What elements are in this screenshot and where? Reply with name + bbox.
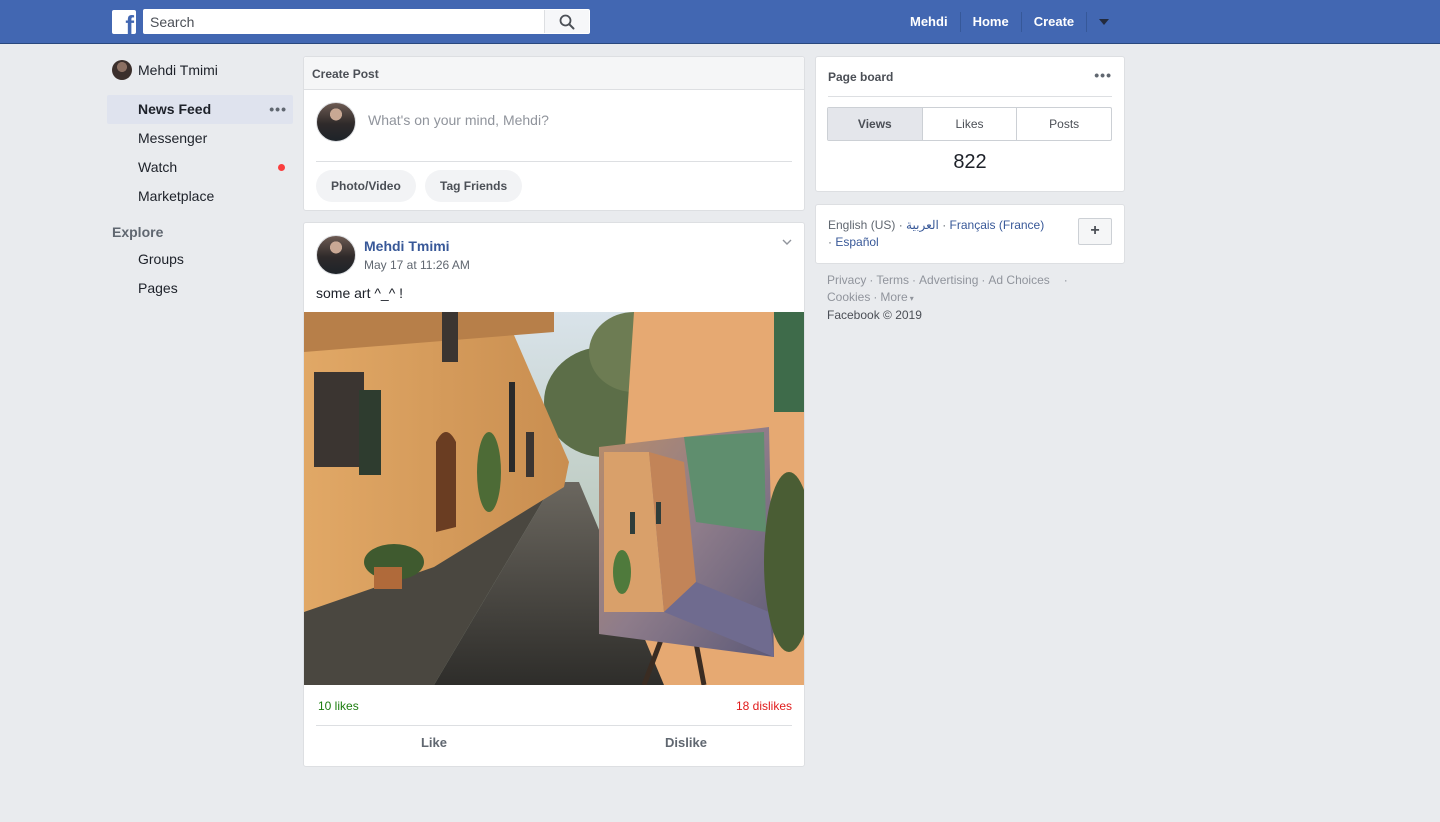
likes-count[interactable]: 10 likes [318, 699, 359, 713]
chevron-down-icon[interactable] [782, 237, 792, 247]
feed-post: Mehdi Tmimi May 17 at 11:26 AM some art … [303, 222, 805, 767]
top-bar: f Mehdi Home Create [0, 0, 1440, 44]
post-author-link[interactable]: Mehdi Tmimi [364, 238, 450, 254]
language-list: English (US) · العربية · Français (Franc… [828, 218, 1045, 249]
sidebar-item-label: Marketplace [138, 188, 215, 204]
notification-dot-icon [278, 164, 285, 171]
footer-more-link[interactable]: More [880, 290, 907, 304]
sidebar-item-messenger[interactable]: Messenger [107, 124, 293, 153]
search-icon [559, 14, 575, 29]
avatar [316, 102, 356, 142]
search-box [143, 9, 590, 34]
dislikes-count[interactable]: 18 dislikes [736, 699, 792, 713]
footer-terms-link[interactable]: Terms [876, 273, 909, 287]
sidebar-item-label: Watch [138, 159, 178, 175]
avatar[interactable] [316, 235, 356, 275]
status-input[interactable] [368, 112, 788, 128]
post-timestamp[interactable]: May 17 at 11:26 AM [364, 258, 470, 272]
top-nav: Mehdi Home Create [898, 0, 1121, 44]
footer-ad-choices-link[interactable]: Ad Choices [988, 273, 1049, 287]
nav-home-link[interactable]: Home [961, 12, 1022, 32]
sidebar-item-marketplace[interactable]: Marketplace [107, 182, 293, 211]
caret-down-icon: ▾ [909, 294, 914, 303]
post-text: some art ^_^ ! [316, 285, 404, 301]
search-input[interactable] [144, 10, 544, 33]
post-image[interactable] [304, 312, 804, 685]
language-card: English (US) · العربية · Français (Franc… [815, 204, 1125, 264]
create-post-title: Create Post [304, 57, 804, 90]
copyright-text: Facebook © 2019 [827, 308, 922, 322]
explore-heading: Explore [112, 224, 164, 240]
sidebar-item-groups[interactable]: Groups [107, 245, 293, 274]
alley-painting-photo [304, 312, 804, 685]
language-current: English (US) [828, 218, 896, 232]
footer-cookies-link[interactable]: Cookies [827, 290, 870, 304]
create-post-card: Create Post Photo/Video Tag Friends [303, 56, 805, 211]
sidebar-item-news-feed[interactable]: News Feed ••• [107, 95, 293, 124]
avatar [112, 60, 132, 80]
sidebar-item-pages[interactable]: Pages [107, 274, 293, 303]
search-button[interactable] [544, 10, 589, 33]
left-sidebar: Mehdi Tmimi News Feed ••• Messenger Watc… [107, 56, 293, 303]
tab-views[interactable]: Views [828, 108, 923, 140]
sidebar-item-label: Groups [138, 251, 184, 267]
page-board-tabs: Views Likes Posts [827, 107, 1112, 141]
language-french-link[interactable]: Français (France) [950, 218, 1045, 232]
footer: Privacy · Terms · Advertising · Ad Choices · Co… [827, 273, 1068, 322]
footer-privacy-link[interactable]: Privacy [827, 273, 866, 287]
nav-profile-link[interactable]: Mehdi [898, 12, 961, 32]
page-board-value: 822 [953, 151, 987, 173]
more-options-icon[interactable]: ••• [1094, 67, 1112, 83]
tab-posts[interactable]: Posts [1017, 108, 1111, 140]
dislike-button[interactable]: Dislike [566, 735, 806, 750]
footer-advertising-link[interactable]: Advertising [919, 273, 978, 287]
language-spanish-link[interactable]: Español [835, 235, 878, 249]
tag-friends-button[interactable]: Tag Friends [425, 170, 523, 202]
account-menu-button[interactable] [1087, 12, 1121, 32]
page-board-title: Page board [828, 70, 894, 84]
tab-likes[interactable]: Likes [923, 108, 1018, 140]
nav-create-link[interactable]: Create [1022, 12, 1088, 32]
more-options-icon[interactable]: ••• [269, 95, 287, 124]
page-board-card: Page board ••• Views Likes Posts 822 [815, 56, 1125, 192]
sidebar-profile-link[interactable]: Mehdi Tmimi [107, 56, 293, 84]
facebook-logo-icon[interactable]: f [112, 10, 136, 34]
divider [828, 96, 1112, 97]
profile-name: Mehdi Tmimi [138, 62, 218, 78]
photo-video-button[interactable]: Photo/Video [316, 170, 416, 202]
sidebar-item-watch[interactable]: Watch [107, 153, 293, 182]
like-button[interactable]: Like [314, 735, 554, 750]
sidebar-item-label: Messenger [138, 130, 208, 146]
sidebar-item-label: News Feed [138, 101, 212, 117]
caret-down-icon [1099, 19, 1110, 25]
divider [316, 725, 792, 726]
add-language-button[interactable]: + [1078, 218, 1112, 245]
language-arabic-link[interactable]: العربية [906, 218, 939, 232]
sidebar-item-label: Pages [138, 280, 178, 296]
divider [316, 161, 792, 162]
